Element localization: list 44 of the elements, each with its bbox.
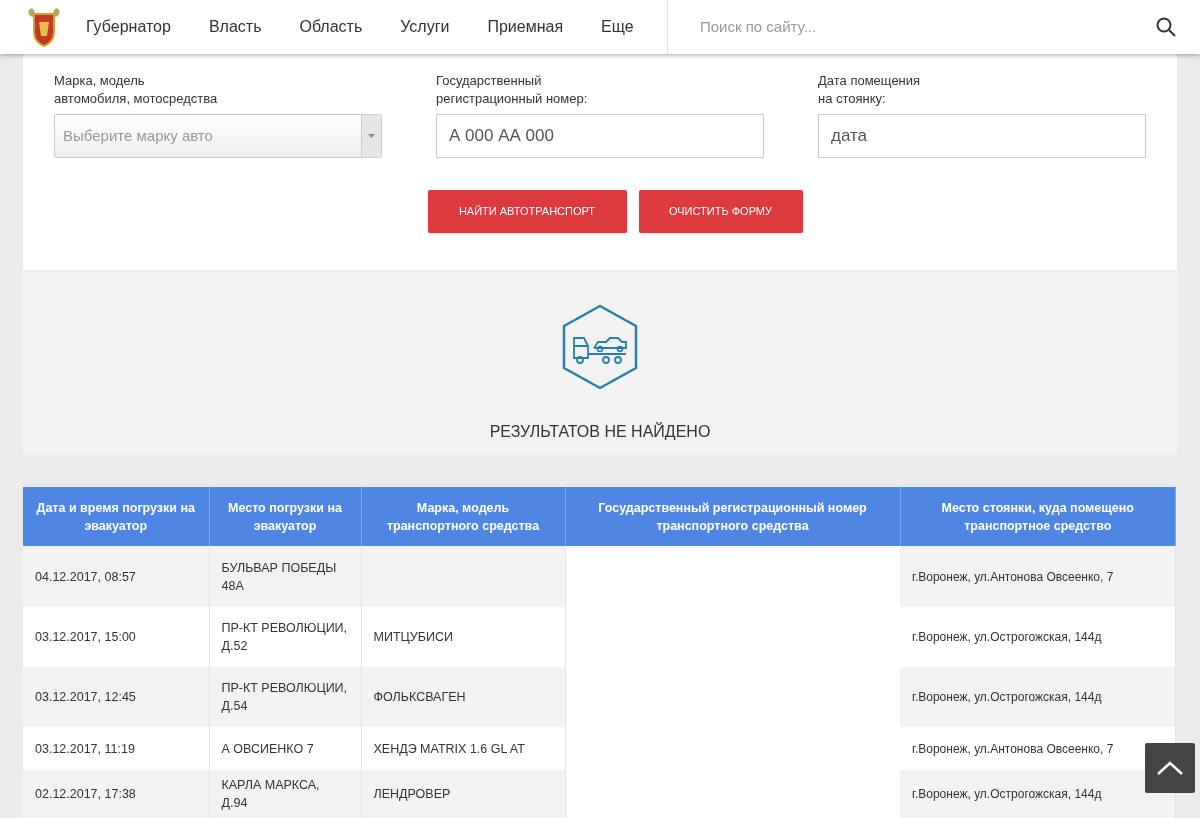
column-header: Государственный регистрационный номер транспортного средства [565,487,900,546]
input-field[interactable]: А 000 АА 000 [436,114,764,158]
nav-link[interactable]: Услуги [400,15,450,39]
find-button[interactable]: НАЙТИ АВТОТРАНСПОРТ [427,190,627,233]
table-cell: А ОВСИЕНКО 7 [221,741,314,756]
table-cell: ЛЕНДРОВЕР [373,787,451,801]
table-cell: 04.12.2017, 08:57 [35,569,136,584]
scroll-to-top-button[interactable] [1145,743,1195,793]
table-cell: 03.12.2017, 12:45 [35,690,136,704]
table-cell: 03.12.2017, 11:19 [35,741,135,756]
input-field[interactable]: дата [818,114,1146,158]
table-cell: КАРЛА МАРКСА, Д.94 [221,778,320,810]
nav-link[interactable]: Власть [208,15,262,39]
field-label: Марка, модель автомобиля, мотосредства [54,72,219,108]
field-label: Государственный регистрационный номер: [436,72,589,108]
column-header: Место погрузки на эвакуатор [209,487,361,546]
table-cell: ПР-КТ РЕВОЛЮЦИИ, Д.54 [221,681,348,713]
table-cell: МИТЦУБИСИ [373,630,453,644]
table-cell: г.Воронеж, ул.Острогожская, 144д [912,630,1102,644]
column-header: Место стоянки, куда помещено транспортное средство [900,487,1176,546]
table-cell: г.Воронеж, ул.Острогожская, 144д [912,787,1102,801]
table-cell: ХЕНДЭ MATRIX 1.6 GL AT [373,741,525,756]
table-cell: 03.12.2017, 15:00 [35,630,136,644]
nav-link[interactable]: Еще [601,15,634,39]
nav-link[interactable]: Губернатор [86,15,171,39]
no-results-message: РЕЗУЛЬТАТОВ НЕ НАЙДЕНО [489,421,711,442]
dropdown-caret-icon [368,134,375,138]
table-cell: г.Воронеж, ул.Антонова Овсеенко, 7 [912,741,1114,756]
table-cell: г.Воронеж, ул.Острогожская, 144д [912,690,1102,704]
nav-link[interactable]: Приемная [487,15,564,39]
nav-link[interactable]: Область [299,15,363,39]
column-header: Марка, модель транспортного средства [361,487,565,546]
table-cell: ФОЛЬКСВАГЕН [373,690,466,704]
table-cell: БУЛЬВАР ПОБЕДЫ 48А [221,560,337,593]
table-cell: 02.12.2017, 17:38 [35,787,136,801]
search-icon[interactable] [1156,17,1176,37]
chevron-up-icon [1157,761,1183,775]
field-label: Дата помещения на стоянку: [818,72,922,108]
table-cell: ПР-КТ РЕВОЛЮЦИИ, Д.52 [221,621,348,653]
tow-truck-icon [560,304,640,390]
table-cell: г.Воронеж, ул.Антонова Овсеенко, 7 [912,569,1114,584]
column-header: Дата и время погрузки на эвакуатор [23,487,209,546]
search-field[interactable]: Поиск по сайту... [700,15,1156,39]
clear-button[interactable]: ОЧИСТИТЬ ФОРМУ [638,190,803,233]
